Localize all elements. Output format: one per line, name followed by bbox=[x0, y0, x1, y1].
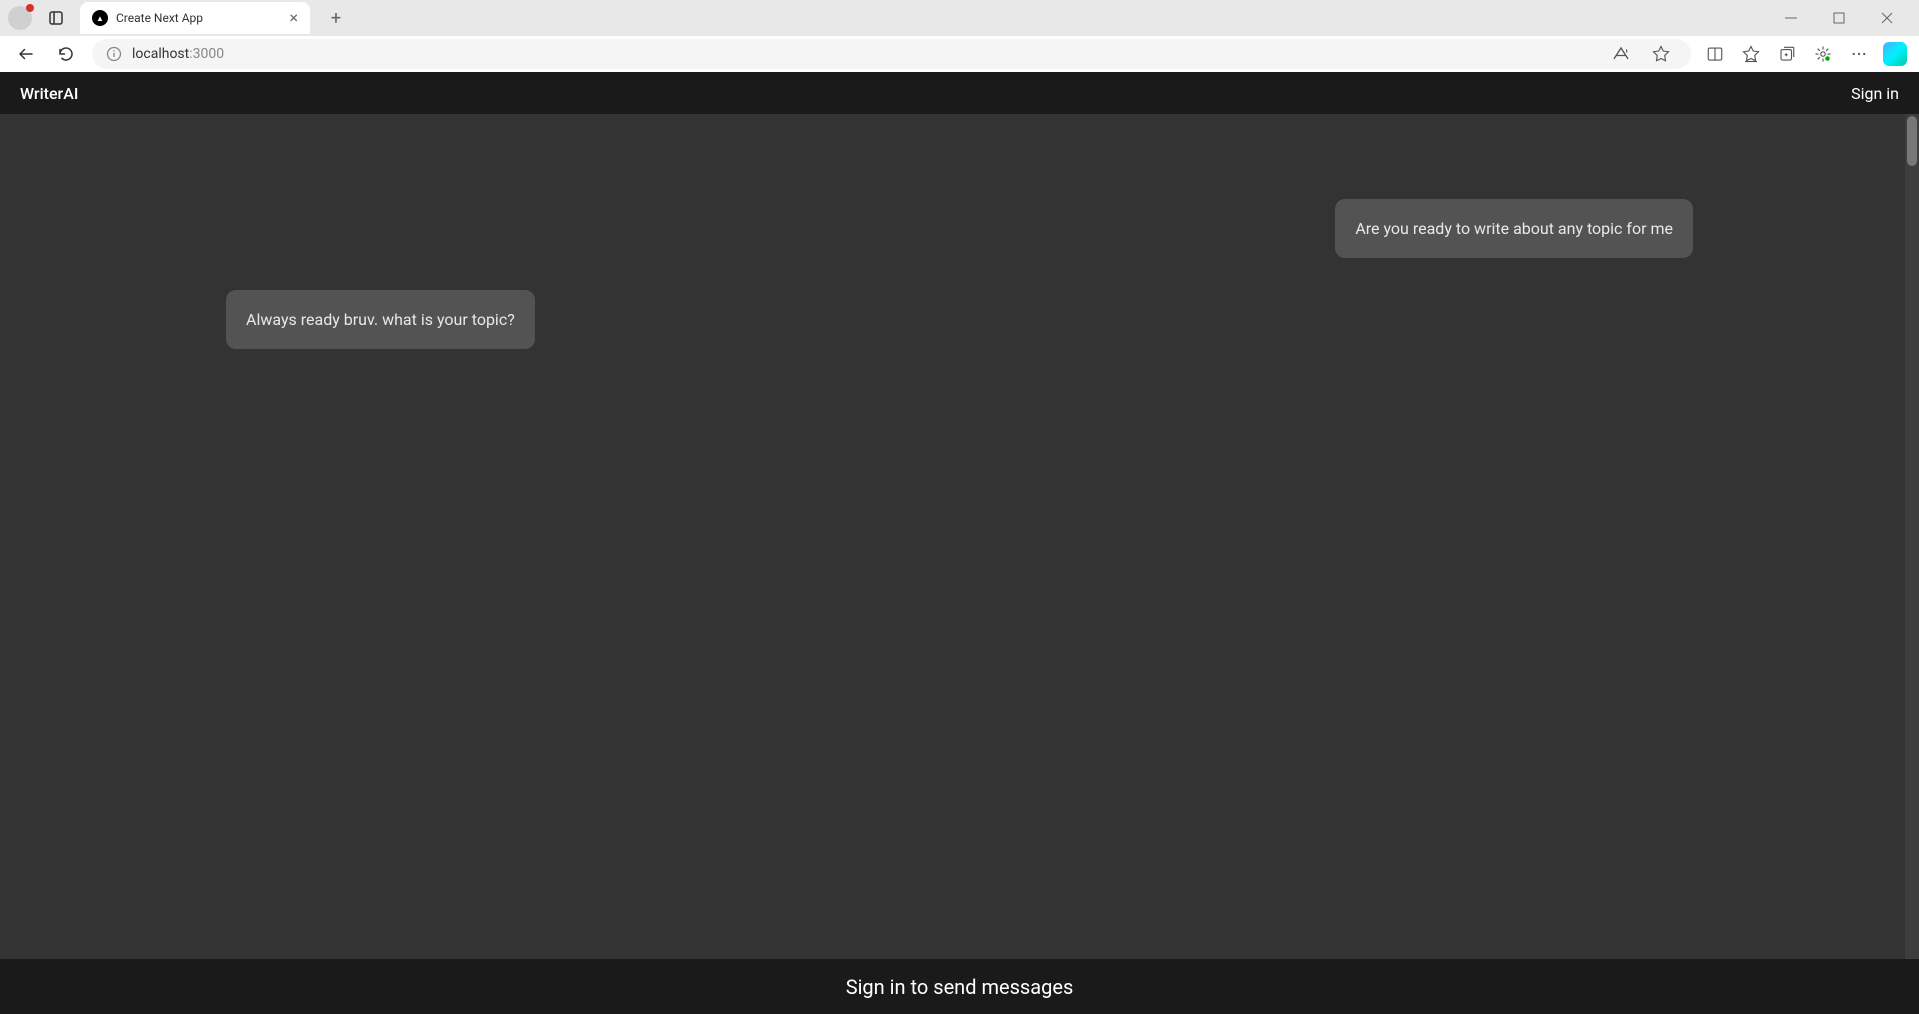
tab-title: Create Next App bbox=[116, 11, 281, 25]
split-screen-icon[interactable] bbox=[1703, 42, 1727, 66]
url-port: :3000 bbox=[189, 46, 224, 62]
performance-icon[interactable] bbox=[1811, 42, 1835, 66]
collections-icon[interactable] bbox=[1775, 42, 1799, 66]
maximize-button[interactable] bbox=[1819, 2, 1859, 34]
footer-prompt[interactable]: Sign in to send messages bbox=[846, 975, 1074, 999]
sign-in-button[interactable]: Sign in bbox=[1851, 84, 1899, 103]
tab-bar: Create Next App × + bbox=[0, 0, 1919, 36]
message-text: Are you ready to write about any topic f… bbox=[1355, 219, 1673, 238]
chat-message-user: Are you ready to write about any topic f… bbox=[1335, 199, 1693, 258]
url-bar[interactable]: localhost:3000 bbox=[92, 39, 1691, 69]
window-controls bbox=[1771, 2, 1919, 34]
browser-tab[interactable]: Create Next App × bbox=[80, 2, 310, 34]
scrollbar-track[interactable] bbox=[1905, 114, 1919, 959]
favorites-bar-icon[interactable] bbox=[1739, 42, 1763, 66]
chat-message-assistant: Always ready bruv. what is your topic? bbox=[226, 290, 535, 349]
message-text: Always ready bruv. what is your topic? bbox=[246, 310, 515, 329]
app-footer: Sign in to send messages bbox=[0, 959, 1919, 1014]
tab-close-icon[interactable]: × bbox=[289, 10, 298, 26]
more-icon[interactable] bbox=[1847, 42, 1871, 66]
address-bar: localhost:3000 bbox=[0, 36, 1919, 72]
url-host: localhost bbox=[132, 46, 189, 62]
app-container: WriterAI Sign in Are you ready to write … bbox=[0, 72, 1919, 1014]
favorite-icon[interactable] bbox=[1649, 42, 1673, 66]
close-button[interactable] bbox=[1867, 2, 1907, 34]
profile-icon[interactable] bbox=[8, 6, 32, 30]
site-info-icon[interactable] bbox=[106, 46, 122, 62]
url-text: localhost:3000 bbox=[132, 46, 224, 62]
tab-favicon-icon bbox=[92, 10, 108, 26]
read-aloud-icon[interactable] bbox=[1609, 42, 1633, 66]
tab-actions-icon[interactable] bbox=[44, 6, 68, 30]
copilot-icon[interactable] bbox=[1883, 42, 1907, 66]
new-tab-button[interactable]: + bbox=[322, 4, 350, 32]
scrollbar-thumb[interactable] bbox=[1907, 116, 1917, 166]
browser-chrome: Create Next App × + bbox=[0, 0, 1919, 72]
minimize-button[interactable] bbox=[1771, 2, 1811, 34]
app-logo[interactable]: WriterAI bbox=[20, 84, 78, 103]
refresh-button[interactable] bbox=[52, 40, 80, 68]
app-header: WriterAI Sign in bbox=[0, 72, 1919, 114]
back-button[interactable] bbox=[12, 40, 40, 68]
chat-area: Are you ready to write about any topic f… bbox=[0, 114, 1919, 959]
